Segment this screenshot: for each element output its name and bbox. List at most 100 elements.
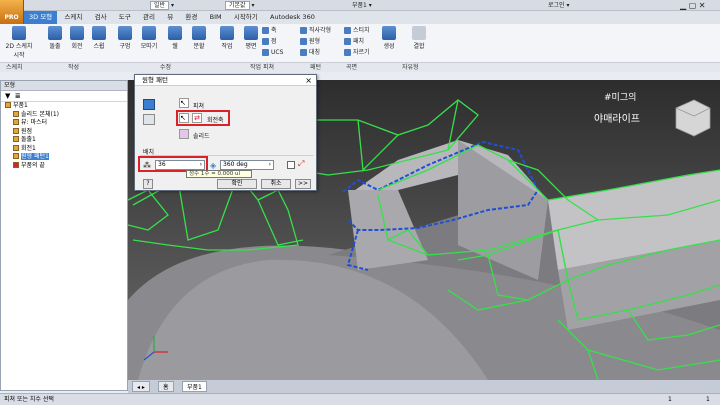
status-bar: 피쳐 또는 치수 선택 1 1 [0, 393, 720, 405]
count-tooltip: 정수 1수 = 0.000 ul [186, 170, 252, 178]
patch-button[interactable]: 패치 [344, 37, 364, 46]
circular-pattern-button[interactable]: 원형 [300, 37, 320, 46]
origin-icon [13, 127, 19, 134]
trim-button[interactable]: 자르기 [344, 48, 370, 57]
tab-sketch[interactable]: 스케치 [59, 11, 87, 24]
split-icon [192, 26, 206, 40]
rectangular-pattern-button[interactable]: 직사각형 [300, 26, 331, 35]
chamfer-button[interactable]: 모따기 [138, 24, 160, 50]
nav-arrows[interactable]: ◂ ▸ [132, 381, 150, 392]
filter-icon[interactable]: ▼ [5, 92, 10, 100]
axis-button[interactable]: 축 [262, 26, 277, 35]
revolve-button[interactable]: 회전 [66, 24, 88, 50]
sweep-button[interactable]: 스윕 [88, 24, 110, 50]
work-button[interactable]: 작업 [216, 24, 238, 50]
direction-button[interactable]: ⤢ [298, 159, 308, 170]
ucs-button[interactable]: UCS [262, 48, 283, 57]
tree-icon[interactable]: ≣ [15, 92, 21, 100]
features-select-button[interactable]: ↖ [179, 98, 189, 108]
work-icon [220, 26, 234, 40]
browser-toolbar: ▼ ≣ [1, 91, 127, 102]
create-box-button[interactable]: 생성 [378, 24, 400, 50]
cursor-icon: ↖ [180, 99, 186, 107]
login-button[interactable]: 로그인 ▾ [548, 1, 569, 10]
plane-button[interactable]: 평면 [240, 24, 262, 50]
angle-icon: ◈ [210, 161, 217, 170]
tab-inspect[interactable]: 검사 [90, 11, 112, 24]
tab-bim[interactable]: BIM [205, 11, 227, 24]
plane-icon [244, 26, 258, 40]
tab-home[interactable]: 홈 [158, 381, 174, 392]
panel-work-features: 작업 피쳐 [250, 64, 274, 71]
tree-item-revolve[interactable]: 회전1 [1, 144, 127, 154]
combine-button[interactable]: 결합 [408, 24, 430, 50]
panel-freeform: 자유형 [402, 64, 419, 71]
chamfer-icon [142, 26, 156, 40]
sweep-icon [92, 26, 106, 40]
chevron-right-icon: › [268, 161, 271, 168]
tree-item-solid-bodies[interactable]: 솔리드 본체(1) [1, 110, 127, 120]
angle-input[interactable]: 360 deg › [220, 160, 274, 170]
solid-select-button[interactable] [179, 129, 189, 139]
shell-button[interactable]: 쉘 [164, 24, 186, 50]
pattern-feature-icon [13, 153, 19, 159]
tree-item-end-of-part[interactable]: 부품의 끝 [1, 161, 127, 171]
close-icon[interactable]: × [305, 75, 312, 86]
application-menu-button[interactable]: PRO [0, 0, 24, 24]
cancel-button[interactable]: 취소 [261, 179, 291, 189]
panel-surface: 곡면 [346, 64, 358, 71]
tab-part1[interactable]: 부품1 [182, 381, 207, 392]
tab-view[interactable]: 뷰 [162, 11, 178, 24]
tab-tools[interactable]: 도구 [114, 11, 136, 24]
split-button[interactable]: 분할 [188, 24, 210, 50]
features-mode-button[interactable] [143, 99, 155, 110]
point-button[interactable]: 점 [262, 37, 277, 46]
hole-button[interactable]: 구멍 [114, 24, 136, 50]
tree-item-circular-pattern[interactable]: 원형 패턴1 [1, 153, 127, 162]
tab-environment[interactable]: 환경 [180, 11, 202, 24]
features-label: 피쳐 [193, 103, 205, 110]
watermark-line2: 야매라이프 [594, 114, 640, 125]
more-button[interactable]: >> [295, 179, 311, 189]
status-message: 피쳐 또는 치수 선택 [4, 396, 54, 403]
document-title: 부품1 ▾ [352, 2, 372, 9]
help-button[interactable]: ? [143, 179, 153, 189]
sketch-icon [12, 26, 26, 40]
tree-item-extrude[interactable]: 돌출1 [1, 136, 127, 145]
combine-icon [412, 26, 426, 40]
solids-mode-button[interactable] [143, 114, 155, 125]
status-count-1: 1 [668, 396, 672, 403]
extrude-feature-icon [13, 136, 19, 142]
model-browser[interactable]: 모형 ▼ ≣ 부품1 솔리드 본체(1) 뷰: 마스터 원점 돌출1 회전1 원… [0, 80, 128, 391]
tree-item-origin[interactable]: 원점 [1, 127, 127, 137]
dialog-title: 원형 패턴 [135, 75, 316, 86]
tree-item-part[interactable]: 부품1 [1, 102, 127, 111]
view-icon [13, 119, 19, 125]
box-icon [382, 26, 396, 40]
view-cube[interactable] [675, 99, 711, 137]
mirror-button[interactable]: 대칭 [300, 48, 320, 57]
axis-highlight [176, 110, 230, 126]
panel-sketch: 스케치 [6, 64, 23, 71]
start-2d-sketch-button[interactable]: 2D 스케치 시작 [4, 24, 34, 59]
window-controls[interactable]: ▁ ▢ ✕ [680, 1, 706, 10]
tree-item-view[interactable]: 뷰: 마스터 [1, 119, 127, 128]
tab-autodesk-360[interactable]: Autodesk 360 [265, 11, 320, 24]
panel-create: 작성 [68, 64, 80, 71]
midplane-checkbox[interactable] [287, 161, 295, 169]
solid-label: 솔리드 [193, 133, 210, 140]
tab-manage[interactable]: 관리 [138, 11, 160, 24]
tab-getting-started[interactable]: 시작하기 [229, 11, 263, 24]
ok-button[interactable]: 확인 [217, 179, 257, 189]
ribbon-tabs: 3D 모형 스케치 검사 도구 관리 뷰 환경 BIM 시작하기 Autodes… [24, 11, 720, 24]
panel-modify: 수정 [160, 64, 172, 71]
style-select[interactable]: 일반 ▾ [150, 1, 174, 10]
material-select[interactable]: 기본값 ▾ [225, 1, 254, 10]
extrude-button[interactable]: 돌출 [44, 24, 66, 50]
folder-icon [13, 110, 19, 117]
panel-pattern: 패턴 [310, 64, 322, 71]
browser-title: 모형 [1, 81, 127, 91]
watermark-line1: #미그의 [604, 93, 637, 103]
tab-3d-model[interactable]: 3D 모형 [24, 11, 58, 24]
stitch-button[interactable]: 스티치 [344, 26, 370, 35]
